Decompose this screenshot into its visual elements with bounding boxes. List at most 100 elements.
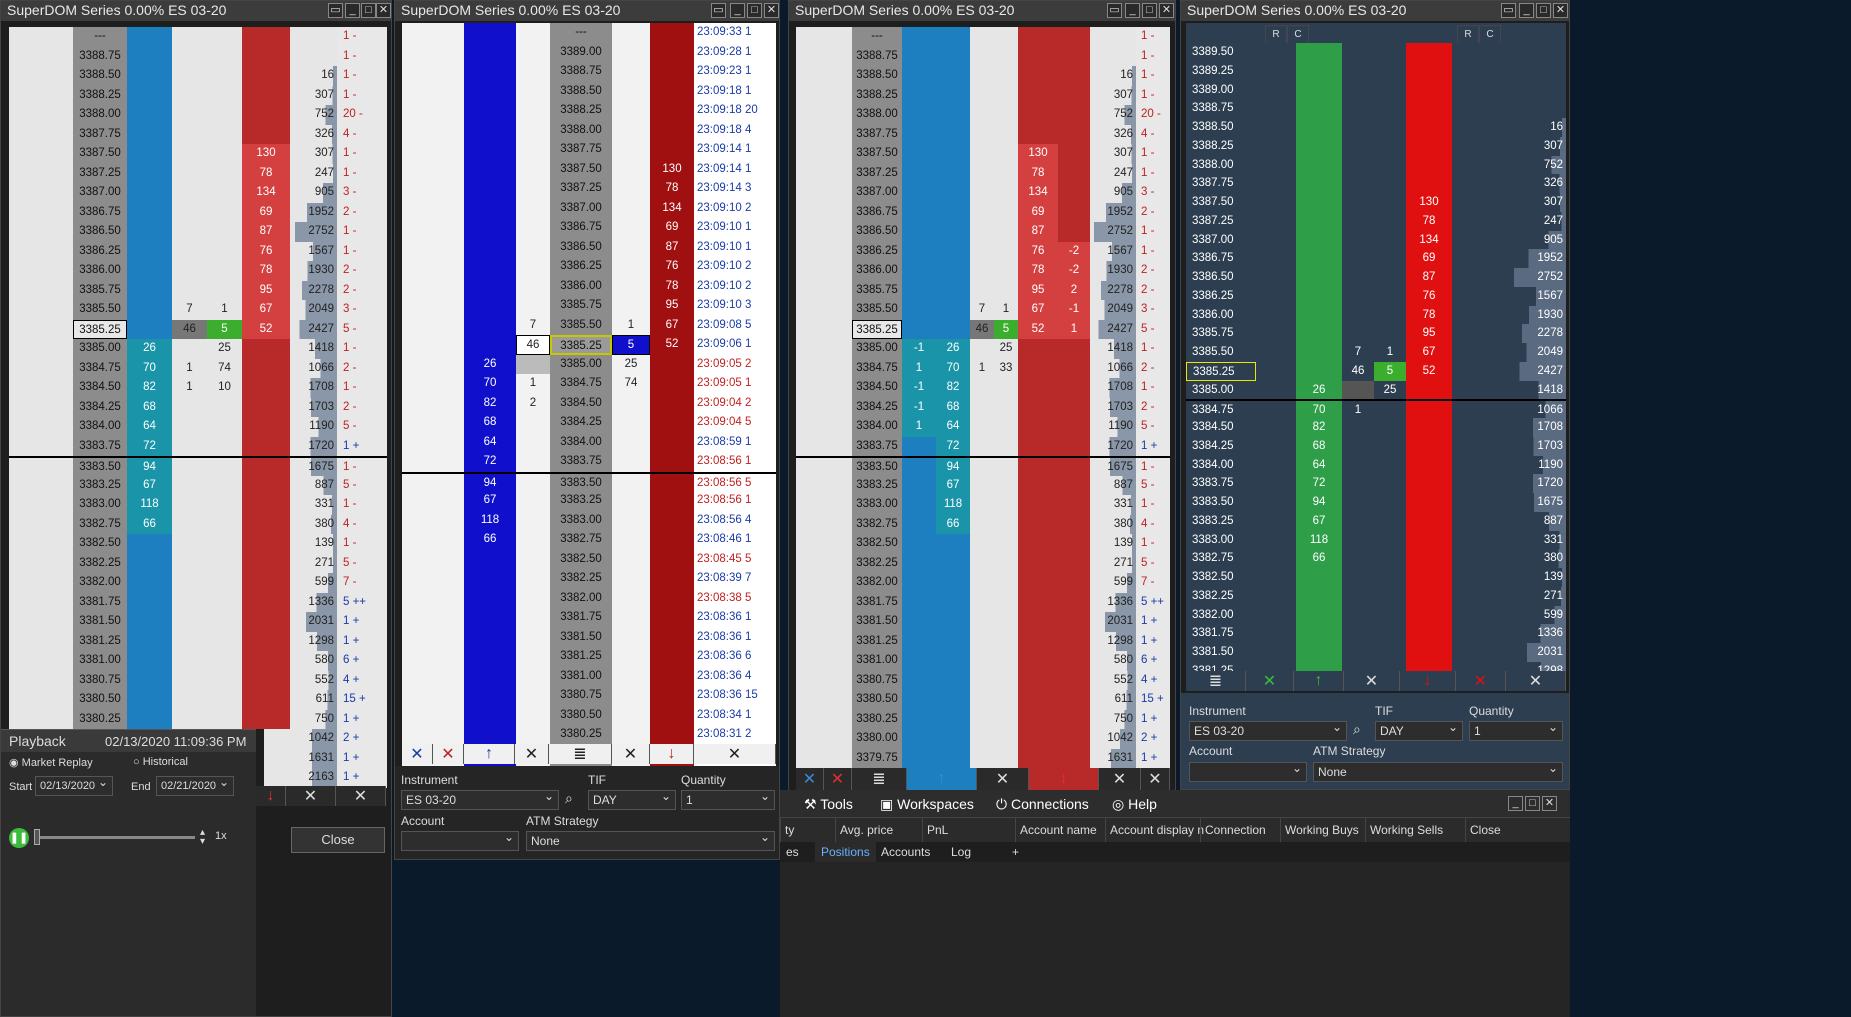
ladder-row[interactable]: 3384.75 70 1 74 1066 2 - — [9, 358, 387, 378]
ladder-row[interactable]: 3386.75 69 1952 2 - — [796, 202, 1170, 222]
ladder-row[interactable]: 3380.00 1042 2 + — [796, 729, 1170, 749]
ladder-row[interactable]: 3379.75 1631 1 + — [796, 748, 1170, 768]
ladder-row[interactable]: --- 23:09:33 1 — [402, 23, 776, 43]
menu-connections[interactable]: ⏻ Connections — [996, 790, 1089, 818]
restore-icon[interactable]: ▭ — [328, 3, 343, 18]
historical-radio[interactable]: ○ Historical — [133, 756, 188, 768]
ladder-row[interactable]: 72 3383.75 23:08:56 1 — [402, 452, 776, 472]
ladder-row[interactable]: 3382.25 271 5 - — [796, 553, 1170, 573]
ladder-row[interactable]: 3385.00 26 25 1418 — [1186, 380, 1566, 400]
restore-icon[interactable]: ▭ — [711, 3, 726, 18]
ladder-row[interactable]: 3386.00 78 -2 1930 2 - — [796, 261, 1170, 281]
ladder-row[interactable]: 3386.25 76 1567 — [1186, 286, 1566, 306]
ladder-row[interactable]: 3385.75 95 23:09:10 3 — [402, 296, 776, 316]
tab[interactable]: Positions — [815, 842, 876, 862]
ladder-row[interactable]: 3384.25 68 1703 2 - — [9, 397, 387, 417]
ladder-row[interactable]: 3387.50 130 307 1 - — [796, 144, 1170, 164]
ladder-row[interactable]: 3389.00 — [1186, 80, 1566, 100]
price-ladder[interactable]: 3389.50 3389.25 3389.00 3388.75 3388.50 16 338… — [1186, 43, 1566, 681]
ladder-row[interactable]: 3383.25 67 887 — [1186, 511, 1566, 531]
ladder-row[interactable]: 3388.25 307 1 - — [796, 85, 1170, 105]
cancel-all-icon[interactable]: ✕ — [694, 744, 776, 764]
ladder-row[interactable]: 3381.75 1336 5 ++ — [796, 592, 1170, 612]
quantity-stepper[interactable]: 1 — [1469, 719, 1563, 741]
ladder-row[interactable]: 3381.00 580 6 + — [9, 651, 387, 671]
ladder-row[interactable]: 3388.25 23:09:18 20 — [402, 101, 776, 121]
ladder-row[interactable]: 3381.75 1336 5 ++ — [9, 592, 387, 612]
ladder-row[interactable]: 3382.50 23:08:45 5 — [402, 549, 776, 569]
minimize-icon[interactable]: _ — [1519, 3, 1534, 18]
ladder-row[interactable]: 3387.75 326 4 - — [9, 124, 387, 144]
ladder-row[interactable]: 3388.50 23:09:18 1 — [402, 81, 776, 101]
ladder-row[interactable]: 3380.25 750 1 + — [796, 709, 1170, 729]
cancel-icon[interactable]: ✕ — [1099, 768, 1141, 790]
ladder-row[interactable]: 3388.50 16 — [1186, 118, 1566, 137]
tab[interactable]: + — [1006, 842, 1025, 862]
ladder-row[interactable]: 3388.00 752 20 - — [9, 105, 387, 125]
ladder-row[interactable]: 3387.75 23:09:14 1 — [402, 140, 776, 160]
c-button-right[interactable]: C — [1479, 25, 1501, 45]
ladder-row[interactable]: 3383.75 72 1720 1 + — [9, 436, 387, 456]
close-icon[interactable]: ✕ — [376, 3, 391, 18]
column-header[interactable]: Working Buys — [1280, 818, 1359, 842]
maximize-icon[interactable]: □ — [361, 3, 376, 18]
cancel-sells-icon[interactable]: ✕ — [1456, 671, 1506, 691]
ladder-row[interactable]: 3381.50 2031 1 + — [9, 612, 387, 632]
playback-slider[interactable] — [37, 836, 195, 839]
ladder-row[interactable]: 3382.25 271 5 - — [9, 553, 387, 573]
maximize-icon[interactable]: □ — [1536, 3, 1551, 18]
price-ladder[interactable]: --- 1 -3388.75 1 -3388.50 16 1 -3388.25 307 1 … — [796, 27, 1170, 768]
ladder-row[interactable]: 3389.50 — [1186, 43, 1566, 62]
account-select[interactable] — [1189, 760, 1307, 782]
ladder-row[interactable]: 3381.50 2031 — [1186, 643, 1566, 662]
ladder-row[interactable]: 3384.75 70 1 1066 — [1186, 399, 1566, 418]
ladder-row[interactable]: 3380.50 23:08:34 1 — [402, 705, 776, 725]
ladder-row[interactable]: 3381.75 23:08:36 1 — [402, 608, 776, 628]
ladder-row[interactable]: 3388.75 1 - — [9, 46, 387, 66]
atm-strategy-select[interactable]: None — [526, 829, 775, 851]
center-icon[interactable]: ≣ — [852, 768, 907, 790]
column-header[interactable]: Connection — [1200, 818, 1266, 842]
ladder-row[interactable]: 3385.25 46 5 52 2427 5 - — [9, 319, 387, 339]
ladder-row[interactable]: 3388.25 307 — [1186, 136, 1566, 156]
ladder-row[interactable]: 3388.75 23:09:23 1 — [402, 62, 776, 82]
search-icon[interactable]: ⌕ — [565, 790, 573, 807]
column-header[interactable]: Account name — [1015, 818, 1097, 842]
sell-arrow-icon[interactable]: ↓ — [256, 786, 286, 806]
ladder-row[interactable]: 3384.50 -1 82 1708 1 - — [796, 378, 1170, 398]
column-header[interactable]: Working Sells — [1365, 818, 1443, 842]
ladder-row[interactable]: 3380.75 552 4 + — [9, 670, 387, 690]
r-button[interactable]: R — [1265, 25, 1287, 45]
ladder-row[interactable]: 118 3383.00 23:08:56 4 — [402, 510, 776, 530]
column-header[interactable]: Close — [1465, 818, 1501, 842]
ladder-row[interactable]: 3386.50 87 2752 1 - — [796, 222, 1170, 242]
cancel-all-icon[interactable]: ✕ — [1506, 671, 1566, 691]
ladder-row[interactable]: 3385.00 -1 26 25 1418 1 - — [796, 339, 1170, 359]
ladder-row[interactable]: 3387.25 78 23:09:14 3 — [402, 179, 776, 199]
ladder-row[interactable]: 3386.25 76 -2 1567 1 - — [796, 241, 1170, 261]
r-button-right[interactable]: R — [1457, 25, 1479, 45]
ladder-row[interactable]: 3386.25 76 23:09:10 2 — [402, 257, 776, 277]
minimize-icon[interactable]: _ — [345, 3, 360, 18]
ladder-row[interactable]: 3387.50 130 23:09:14 1 — [402, 159, 776, 179]
ladder-row[interactable]: 3381.75 1336 — [1186, 624, 1566, 643]
ladder-row[interactable]: 3383.00 118 331 1 - — [796, 495, 1170, 515]
ladder-row[interactable]: 3387.75 326 — [1186, 174, 1566, 193]
ladder-row[interactable]: 3385.25 46 5 52 2427 — [1186, 361, 1566, 381]
ladder-row[interactable]: 94 3383.50 23:08:56 5 — [402, 471, 776, 491]
tif-select[interactable]: DAY — [588, 788, 676, 810]
ladder-row[interactable]: 3382.00 599 — [1186, 605, 1566, 625]
ladder-row[interactable]: 3388.75 — [1186, 99, 1566, 118]
ladder-row[interactable]: 3386.00 78 23:09:10 2 — [402, 276, 776, 296]
tif-select[interactable]: DAY — [1375, 719, 1463, 741]
ladder-row[interactable]: 3388.50 16 1 - — [9, 66, 387, 86]
ladder-row[interactable]: 3380.50 611 15 + — [9, 690, 387, 710]
cancel-buys-icon[interactable]: ✕ — [1246, 671, 1294, 691]
ladder-row[interactable]: 3382.00 599 7 - — [796, 573, 1170, 593]
cancel-icon[interactable]: ✕ — [612, 744, 650, 764]
ladder-row[interactable]: 64 3384.00 23:08:59 1 — [402, 432, 776, 452]
ladder-row[interactable]: 3388.00 752 — [1186, 155, 1566, 175]
cancel-icon[interactable]: ✕ — [977, 768, 1029, 790]
ladder-row[interactable]: 3384.75 1 70 1 33 1066 2 - — [796, 358, 1170, 378]
ladder-row[interactable]: 3385.00 26 25 1418 1 - — [9, 339, 387, 359]
